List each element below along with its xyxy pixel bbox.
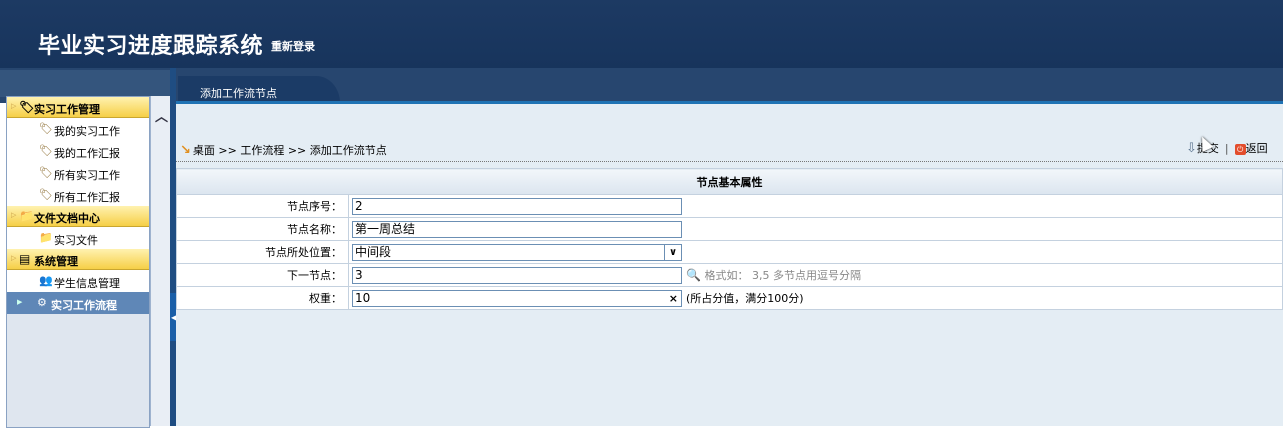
tag-icon: 🏷 — [39, 188, 53, 201]
expand-arrow-icon: ▷ — [11, 211, 17, 219]
sidebar-item-my-reports[interactable]: 🏷 我的工作汇报 — [7, 140, 149, 162]
sidebar-section-system[interactable]: ▷ ▤ 系统管理 — [7, 249, 149, 270]
back-icon: ⏻ — [1234, 144, 1246, 155]
tag-icon: 🏷 — [39, 144, 53, 157]
weight-note: (所占分值，满分100分) — [686, 292, 804, 305]
expand-arrow-icon: ▷ — [11, 102, 17, 110]
breadcrumb: ↘ 桌面 >> 工作流程 >> 添加工作流节点 — [180, 142, 387, 158]
submit-icon: ⇩ — [1186, 141, 1197, 156]
sidebar-item-internship-files[interactable]: 📁 实习文件 — [7, 227, 149, 249]
sidebar-item-all-reports[interactable]: 🏷 所有工作汇报 — [7, 184, 149, 206]
sidebar-section-internship[interactable]: ▷ 🏷 实习工作管理 — [7, 97, 149, 118]
field-label: 下一节点： — [176, 263, 349, 287]
back-button[interactable]: ⏻ 返回 — [1234, 142, 1268, 155]
sidebar-item-workflow[interactable]: ▶ ⚙ 实习工作流程 — [7, 292, 149, 314]
sidebar-section-label: 实习工作管理 — [34, 103, 100, 116]
form-section-title: 节点基本属性 — [176, 168, 1283, 195]
weight-value: 10 — [355, 290, 371, 305]
field-label: 节点名称： — [176, 217, 349, 241]
tab-label: 添加工作流节点 — [200, 87, 277, 100]
folder-icon: 📁 — [39, 231, 53, 244]
sidebar-scrollbar[interactable]: ︿ — [150, 96, 170, 426]
field-label: 权重： — [176, 286, 349, 310]
sidebar-item-label: 实习工作流程 — [51, 299, 117, 312]
sidebar-item-label: 实习文件 — [54, 234, 98, 247]
back-label: 返回 — [1245, 142, 1268, 155]
search-icon: 🔍 — [686, 268, 701, 282]
sidebar-item-label: 所有工作汇报 — [54, 191, 120, 204]
sidebar-item-label: 学生信息管理 — [54, 277, 120, 290]
sidebar-item-label: 所有实习工作 — [54, 169, 120, 182]
sidebar-item-my-internship[interactable]: 🏷 我的实习工作 — [7, 118, 149, 140]
next-node-input[interactable]: 3 — [352, 266, 682, 284]
separator: | — [1224, 142, 1229, 155]
tab-add-workflow-node[interactable]: 添加工作流节点 — [178, 76, 340, 103]
sidebar-section-label: 文件文档中心 — [34, 212, 100, 225]
breadcrumb-text: 桌面 >> 工作流程 >> 添加工作流节点 — [192, 144, 387, 157]
node-order-input[interactable]: 2 — [352, 197, 682, 215]
app-title: 毕业实习进度跟踪系统 — [38, 34, 264, 59]
form-row: 节点名称： 第一周总结 — [176, 217, 1283, 241]
node-form: 节点基本属性 节点序号： 2 节点名称： 第一周总结 节点所处位置： 中间段 ∨ … — [176, 168, 1283, 310]
divider — [176, 161, 1283, 162]
sidebar-section-documents[interactable]: ▷ 📁 文件文档中心 — [7, 206, 149, 227]
sidebar-item-all-internship[interactable]: 🏷 所有实习工作 — [7, 162, 149, 184]
selected-arrow-icon: ▶ — [17, 298, 23, 306]
chevron-up-icon[interactable]: ︿ — [155, 106, 168, 125]
sidebar-item-student-info[interactable]: 👥 学生信息管理 — [7, 270, 149, 292]
workflow-icon: ⚙ — [37, 296, 47, 309]
folder-icon: 📁 — [19, 209, 34, 223]
field-label: 节点序号： — [176, 194, 349, 218]
form-row: 节点序号： 2 — [176, 194, 1283, 218]
form-row: 下一节点： 3 🔍 格式如： 3,5 多节点用逗号分隔 — [176, 263, 1283, 287]
tag-icon: 🏷 — [39, 122, 53, 135]
expand-arrow-icon: ▷ — [11, 254, 17, 262]
clear-icon[interactable]: × — [669, 291, 678, 306]
users-icon: 👥 — [39, 274, 53, 287]
tag-icon: 🏷 — [39, 166, 53, 179]
node-position-select[interactable]: 中间段 ∨ — [352, 243, 682, 261]
window-icon: ▤ — [19, 252, 31, 266]
form-row: 节点所处位置： 中间段 ∨ — [176, 240, 1283, 264]
sidebar-item-label: 我的工作汇报 — [54, 147, 120, 160]
arrow-icon: ↘ — [180, 143, 191, 158]
tag-icon: 🏷 — [19, 100, 35, 114]
field-label: 节点所处位置： — [176, 240, 349, 264]
chevron-down-icon[interactable]: ∨ — [664, 244, 681, 260]
weight-input[interactable]: 10 × — [352, 289, 682, 307]
field-hint: 🔍 格式如： 3,5 多节点用逗号分隔 — [686, 268, 861, 282]
form-row: 权重： 10 × (所占分值，满分100分) — [176, 286, 1283, 310]
hint-text: 格式如： 3,5 多节点用逗号分隔 — [704, 269, 861, 282]
node-name-input[interactable]: 第一周总结 — [352, 220, 682, 238]
nav-bar-left — [0, 70, 170, 97]
app-header: 毕业实习进度跟踪系统 重新登录 — [0, 0, 1283, 68]
select-value: 中间段 — [355, 244, 392, 259]
relogin-link[interactable]: 重新登录 — [271, 38, 315, 54]
sidebar: ▷ 🏷 实习工作管理 🏷 我的实习工作 🏷 我的工作汇报 🏷 所有实习工作 🏷 所有工作… — [6, 96, 150, 428]
sidebar-item-label: 我的实习工作 — [54, 125, 120, 138]
sidebar-section-label: 系统管理 — [34, 255, 78, 268]
